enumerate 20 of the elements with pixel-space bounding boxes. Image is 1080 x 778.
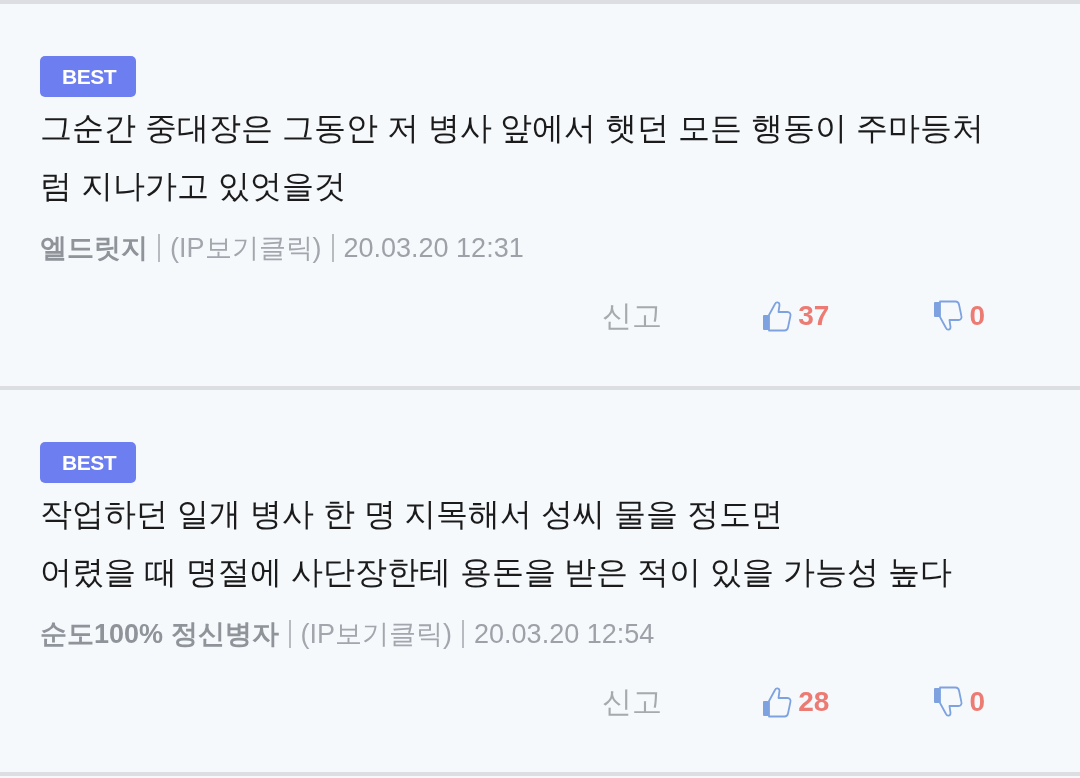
report-button[interactable]: 신고 xyxy=(602,680,663,724)
like-button[interactable]: 28 xyxy=(762,680,830,724)
ip-view-link[interactable]: (IP보기클릭) xyxy=(300,616,453,652)
comment-text: 작업하던 일개 병사 한 명 지목해서 성씨 물을 정도면 어렸을 때 명절에 사단장한테 용돈을 받은 적이 있을 가능성 높다 xyxy=(40,495,953,592)
comment-date: 20.03.20 12:54 xyxy=(474,618,655,651)
thumbs-up-icon xyxy=(762,300,793,332)
like-button[interactable]: 37 xyxy=(762,294,830,338)
comment-text: 그순간 중대장은 그동안 저 병사 앞에서 햇던 모든 행동이 주마등처럼 지나가고 있엇을것 xyxy=(40,109,985,206)
dislike-button[interactable]: 0 xyxy=(933,294,985,338)
comment-date: 20.03.20 12:31 xyxy=(343,232,524,265)
thumbs-up-icon xyxy=(762,686,793,718)
thumbs-down-icon xyxy=(933,686,964,718)
thumbs-down-icon xyxy=(933,300,964,332)
ip-view-link[interactable]: (IP보기클릭) xyxy=(170,230,322,266)
dislike-button[interactable]: 0 xyxy=(933,680,985,724)
best-badge: BEST xyxy=(40,56,136,97)
author-name: 순도100% 정신병자 xyxy=(40,618,279,651)
report-button[interactable]: 신고 xyxy=(602,294,663,338)
best-badge: BEST xyxy=(40,442,136,483)
author-name: 엘드릿지 xyxy=(40,232,148,265)
